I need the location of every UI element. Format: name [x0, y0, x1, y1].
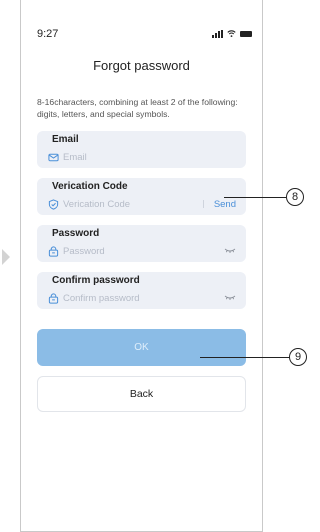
left-arrow-icon — [2, 249, 10, 265]
verification-code-field[interactable]: Verication Code Send — [37, 178, 246, 215]
eye-closed-icon[interactable] — [224, 248, 236, 254]
lock-icon — [48, 245, 59, 257]
phone-screen: 9:27 Forgot password 8-16characters, com… — [20, 0, 263, 532]
lock-icon — [48, 292, 59, 304]
status-bar: 9:27 — [37, 28, 252, 42]
ok-button[interactable]: OK — [37, 329, 246, 366]
status-icons — [212, 29, 252, 38]
callout-line-send — [224, 197, 286, 198]
confirm-password-input[interactable] — [63, 292, 224, 304]
wifi-icon — [227, 30, 236, 38]
shield-check-icon — [48, 198, 59, 210]
signal-icon — [212, 30, 223, 38]
password-hint: 8-16characters, combining at least 2 of … — [37, 97, 238, 119]
verification-code-input[interactable] — [63, 198, 203, 210]
battery-icon — [240, 31, 252, 37]
callout-send: 8 — [286, 188, 304, 206]
confirm-password-label: Confirm password — [52, 275, 140, 286]
send-code-button[interactable]: Send — [214, 199, 236, 210]
verification-code-label: Verication Code — [52, 181, 128, 192]
callout-ok: 9 — [289, 348, 307, 366]
confirm-password-field[interactable]: Confirm password — [37, 272, 246, 309]
mail-icon — [48, 153, 59, 161]
status-time: 9:27 — [37, 28, 59, 40]
password-label: Password — [52, 228, 100, 239]
email-input[interactable] — [63, 151, 236, 163]
divider — [202, 200, 204, 208]
eye-closed-icon[interactable] — [224, 295, 236, 301]
password-field[interactable]: Password — [37, 225, 246, 262]
callout-line-ok — [200, 357, 290, 358]
email-label: Email — [52, 134, 79, 145]
email-field[interactable]: Email — [37, 131, 246, 168]
page-title: Forgot password — [93, 58, 190, 73]
password-input[interactable] — [63, 245, 224, 257]
back-button[interactable]: Back — [37, 376, 246, 412]
